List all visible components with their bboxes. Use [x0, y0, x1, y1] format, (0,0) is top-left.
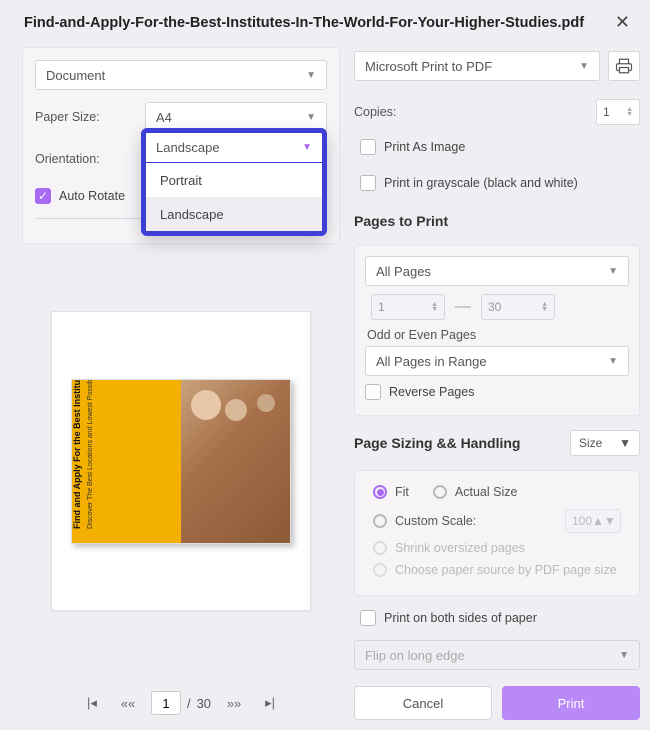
chevron-down-icon: ▼ — [306, 70, 316, 81]
pages-mode-value: All Pages — [376, 264, 431, 279]
copies-label: Copies: — [354, 105, 396, 119]
orientation-option-landscape[interactable]: Landscape — [146, 197, 322, 231]
range-to-value: 30 — [488, 300, 501, 314]
shrink-label: Shrink oversized pages — [395, 541, 525, 555]
both-sides-checkbox[interactable]: Print on both sides of paper — [360, 610, 634, 626]
checkbox-icon — [360, 139, 376, 155]
print-as-image-label: Print As Image — [384, 140, 465, 154]
auto-rotate-label: Auto Rotate — [59, 189, 125, 203]
range-dash: — — [455, 298, 471, 316]
paper-source-label: Choose paper source by PDF page size — [395, 563, 617, 577]
print-mode-value: Document — [46, 68, 105, 83]
paper-source-radio: Choose paper source by PDF page size — [373, 563, 621, 577]
actual-size-label: Actual Size — [455, 485, 518, 499]
custom-scale-label: Custom Scale: — [395, 514, 476, 528]
print-button[interactable]: Print — [502, 686, 640, 720]
preview-page: Find and Apply For the Best Institutes I… — [71, 379, 291, 544]
fit-radio[interactable]: Fit — [373, 485, 409, 499]
reverse-pages-checkbox[interactable]: Reverse Pages — [365, 384, 474, 400]
orientation-dropdown: Landscape ▼ Portrait Landscape — [141, 128, 327, 236]
pages-to-print-card: All Pages ▼ 1 ▲▼ — 30 ▲▼ Odd or Even Pag… — [354, 245, 640, 416]
auto-rotate-checkbox[interactable]: ✓ Auto Rotate — [35, 188, 125, 204]
sizing-mode-value: Size — [579, 436, 602, 450]
pages-to-print-title: Pages to Print — [354, 213, 640, 229]
odd-even-select[interactable]: All Pages in Range ▼ — [365, 346, 629, 376]
spinner-icon: ▲▼ — [592, 514, 616, 528]
orientation-option-portrait[interactable]: Portrait — [146, 163, 322, 197]
checkbox-icon — [365, 384, 381, 400]
dialog-title: Find-and-Apply-For-the-Best-Institutes-I… — [24, 15, 609, 31]
preview-cover-title: Find and Apply For the Best Institutes I… — [72, 379, 82, 529]
chevron-down-icon: ▼ — [306, 112, 316, 123]
preview-cover-subtitle: Discover The Best Locations and Lowest P… — [87, 379, 94, 529]
close-icon[interactable]: ✕ — [609, 8, 636, 37]
prev-page-button[interactable]: «« — [115, 690, 141, 716]
sizing-card: Fit Actual Size Custom Scale: 100 ▲▼ Shr… — [354, 470, 640, 596]
orientation-value: Landscape — [156, 140, 220, 155]
printer-icon — [615, 57, 633, 75]
first-page-button[interactable]: |◂ — [79, 690, 105, 716]
custom-scale-value: 100 — [572, 514, 592, 528]
page-setup-card: Document ▼ Paper Size: A4 ▼ Orientation: — [22, 47, 340, 244]
preview-area: Find and Apply For the Best Institutes I… — [22, 244, 340, 678]
print-dialog: Find-and-Apply-For-the-Best-Institutes-I… — [0, 0, 650, 677]
fit-label: Fit — [395, 485, 409, 499]
print-mode-select[interactable]: Document ▼ — [35, 60, 327, 90]
shrink-radio: Shrink oversized pages — [373, 541, 621, 555]
custom-scale-input: 100 ▲▼ — [565, 509, 621, 533]
grayscale-checkbox[interactable]: Print in grayscale (black and white) — [360, 175, 634, 191]
cancel-button[interactable]: Cancel — [354, 686, 492, 720]
reverse-pages-label: Reverse Pages — [389, 385, 474, 399]
chevron-down-icon: ▼ — [619, 436, 631, 450]
pager: |◂ «« / 30 »» ▸| — [22, 678, 340, 720]
last-page-button[interactable]: ▸| — [257, 690, 283, 716]
check-icon: ✓ — [35, 188, 51, 204]
checkbox-icon — [360, 175, 376, 191]
range-from-input[interactable]: 1 ▲▼ — [371, 294, 445, 320]
custom-scale-radio[interactable]: Custom Scale: — [373, 514, 476, 528]
paper-size-label: Paper Size: — [35, 110, 145, 124]
flip-select: Flip on long edge ▼ — [354, 640, 640, 670]
orientation-label: Orientation: — [35, 152, 145, 166]
current-page-input[interactable] — [151, 691, 181, 715]
preview-canvas: Find and Apply For the Best Institutes I… — [51, 311, 311, 611]
printer-value: Microsoft Print to PDF — [365, 59, 492, 74]
chevron-down-icon: ▼ — [302, 142, 312, 153]
print-as-image-checkbox[interactable]: Print As Image — [360, 139, 634, 155]
copies-value: 1 — [603, 105, 610, 119]
sizing-mode-select[interactable]: Size ▼ — [570, 430, 640, 456]
next-page-button[interactable]: »» — [221, 690, 247, 716]
total-pages: 30 — [197, 696, 211, 711]
page-sep: / — [187, 696, 191, 711]
chevron-down-icon: ▼ — [619, 650, 629, 661]
spinner-icon: ▲▼ — [431, 302, 438, 312]
copies-input[interactable]: 1 ▲▼ — [596, 99, 640, 125]
checkbox-icon — [360, 610, 376, 626]
odd-even-label: Odd or Even Pages — [367, 328, 627, 342]
grayscale-label: Print in grayscale (black and white) — [384, 176, 578, 190]
both-sides-label: Print on both sides of paper — [384, 611, 537, 625]
sizing-title: Page Sizing && Handling — [354, 435, 520, 451]
preview-cover-photo — [181, 380, 290, 543]
actual-size-radio[interactable]: Actual Size — [433, 485, 518, 499]
range-to-input[interactable]: 30 ▲▼ — [481, 294, 555, 320]
flip-value: Flip on long edge — [365, 648, 465, 663]
paper-size-value: A4 — [156, 110, 172, 125]
orientation-select[interactable]: Landscape ▼ — [146, 133, 322, 163]
spinner-icon: ▲▼ — [626, 107, 633, 117]
chevron-down-icon: ▼ — [608, 266, 618, 277]
printer-properties-button[interactable] — [608, 51, 640, 81]
odd-even-value: All Pages in Range — [376, 354, 487, 369]
printer-select[interactable]: Microsoft Print to PDF ▼ — [354, 51, 600, 81]
pages-mode-select[interactable]: All Pages ▼ — [365, 256, 629, 286]
range-from-value: 1 — [378, 300, 385, 314]
chevron-down-icon: ▼ — [608, 356, 618, 367]
chevron-down-icon: ▼ — [579, 61, 589, 72]
titlebar: Find-and-Apply-For-the-Best-Institutes-I… — [0, 0, 650, 47]
spinner-icon: ▲▼ — [541, 302, 548, 312]
